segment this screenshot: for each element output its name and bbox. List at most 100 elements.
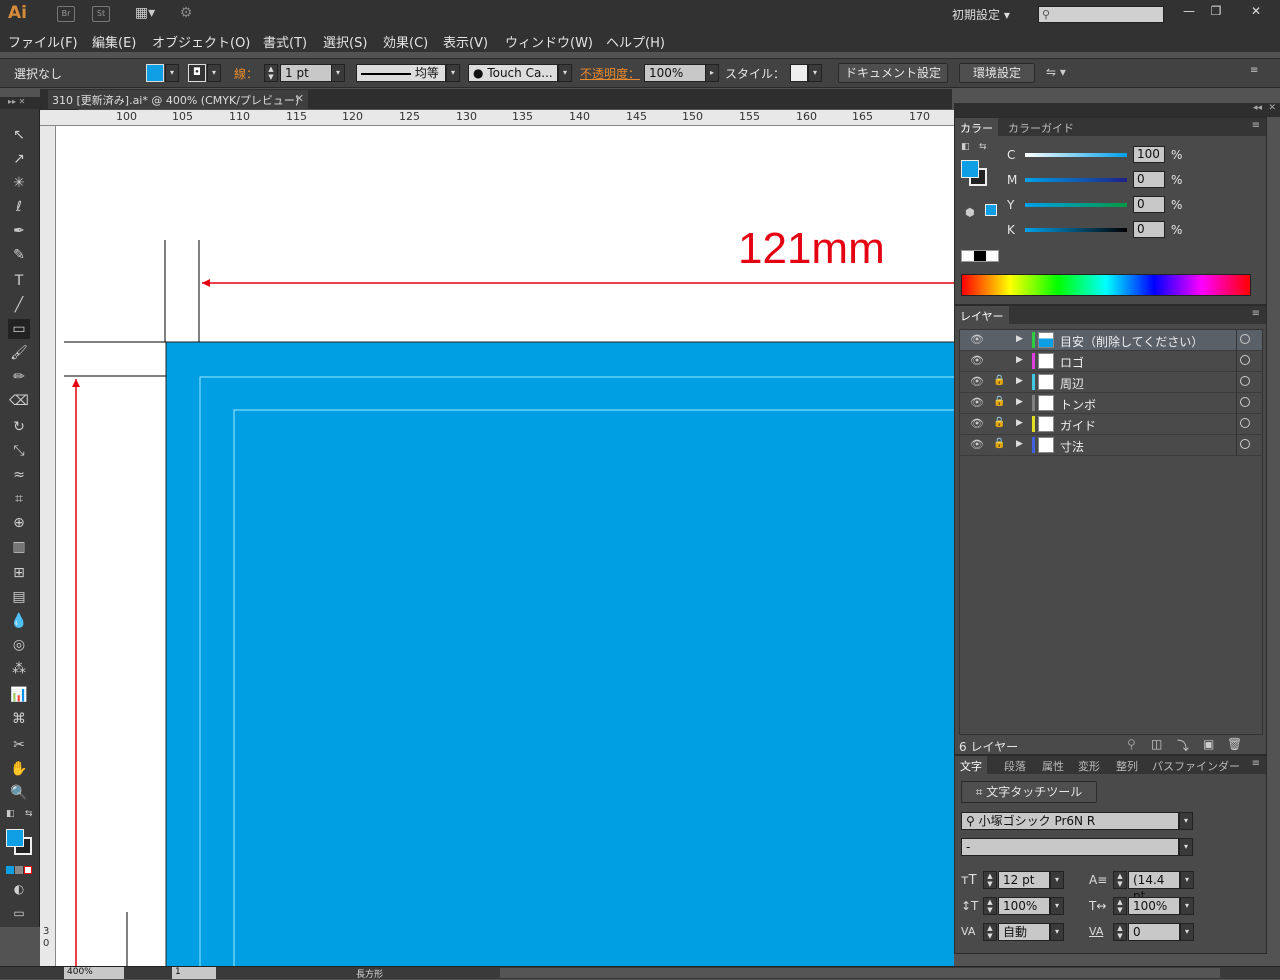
leading-field[interactable]: (14.4 pt	[1128, 871, 1180, 903]
draw-mode-icon[interactable]: ◐	[8, 879, 30, 899]
vertical-scale-stepper[interactable]: ▲ ▼	[983, 897, 997, 915]
rectangle-tool-icon[interactable]: ▭	[8, 319, 30, 339]
screen-mode-icon[interactable]: ▭	[8, 903, 30, 923]
fill-swatch[interactable]	[146, 64, 164, 82]
tab-transform[interactable]: 変形	[1073, 756, 1105, 774]
gamut-swatch[interactable]	[985, 204, 997, 216]
lock-icon[interactable]: 🔒	[993, 396, 1005, 407]
stroke-weight-stepper[interactable]: ▲ ▼	[264, 64, 278, 82]
lasso-tool-icon[interactable]: ℓ	[8, 197, 30, 217]
color-panel-menu-icon[interactable]: ≡	[1252, 120, 1260, 131]
curvature-tool-icon[interactable]: ✎	[8, 245, 30, 265]
preferences-button[interactable]: 環境設定	[959, 63, 1035, 83]
stroke-profile-dropdown[interactable]: ▾	[446, 64, 460, 82]
delete-layer-icon[interactable]: 🗑	[1227, 737, 1242, 751]
document-tab[interactable]: 310 [更新済み].ai* @ 400% (CMYK/プレビュー) ✕	[48, 90, 308, 109]
panel-dock-header[interactable]: ◂◂ ✕	[954, 103, 1280, 117]
channel-m-slider[interactable]	[1025, 178, 1127, 182]
menu-window[interactable]: ウィンドウ(W)	[505, 32, 593, 51]
menu-type[interactable]: 書式(T)	[263, 32, 307, 51]
layer-row[interactable]: 👁 ▶ ロゴ	[960, 351, 1262, 372]
stock-icon[interactable]: St	[92, 6, 110, 22]
mesh-tool-icon[interactable]: ⊞	[8, 563, 30, 583]
kerning-dropdown[interactable]: ▾	[1050, 923, 1064, 941]
brush-dropdown[interactable]: ▾	[558, 64, 572, 82]
document-setup-button[interactable]: ドキュメント設定	[838, 63, 948, 83]
leading-stepper[interactable]: ▲ ▼	[1113, 871, 1127, 889]
artboard-number-field[interactable]: 1	[172, 967, 216, 979]
channel-k-field[interactable]: 0	[1133, 221, 1165, 238]
horizontal-ruler[interactable]: 100 105 110 115 120 125 130 135 140 145 …	[40, 110, 954, 126]
color-fill-swatch[interactable]	[961, 160, 979, 178]
slice-tool-icon[interactable]: ✂	[8, 735, 30, 755]
expand-triangle-icon[interactable]: ▶	[1016, 397, 1023, 407]
artboard-tool-icon[interactable]: ⌘	[8, 709, 30, 729]
tab-character[interactable]: 文字	[955, 756, 987, 774]
swap-fill-stroke-icon[interactable]: ⇆	[979, 142, 987, 152]
layer-row[interactable]: 👁 🔒 ▶ ガイド	[960, 414, 1262, 435]
layer-row[interactable]: 👁 ▶ 目安（削除してください）	[960, 330, 1262, 351]
layer-row[interactable]: 👁 🔒 ▶ 周辺	[960, 372, 1262, 393]
visibility-eye-icon[interactable]: 👁	[970, 438, 984, 451]
kerning-field[interactable]: 自動	[998, 923, 1050, 941]
channel-y-slider[interactable]	[1025, 203, 1127, 207]
layer-row[interactable]: 👁 🔒 ▶ トンボ	[960, 393, 1262, 414]
graphic-style-dropdown[interactable]: ▾	[808, 64, 822, 82]
artboard-canvas[interactable]: 121mm	[56, 126, 954, 966]
font-size-stepper[interactable]: ▲ ▼	[983, 871, 997, 889]
lock-icon[interactable]: 🔒	[993, 417, 1005, 428]
pencil-tool-icon[interactable]: ✏	[8, 367, 30, 387]
new-layer-icon[interactable]: ▣	[1203, 737, 1214, 751]
locate-object-icon[interactable]: ⚲	[1127, 737, 1136, 751]
selection-tool-icon[interactable]: ↖	[8, 125, 30, 145]
tracking-stepper[interactable]: ▲ ▼	[1113, 923, 1127, 941]
menu-effect[interactable]: 効果(C)	[383, 32, 428, 51]
expand-triangle-icon[interactable]: ▶	[1016, 334, 1023, 344]
arrange-icon[interactable]: ⇋ ▾	[1046, 65, 1066, 79]
lock-icon[interactable]: 🔒	[993, 438, 1005, 449]
channel-k-slider[interactable]	[1025, 228, 1127, 232]
tracking-field[interactable]: 0	[1128, 923, 1180, 941]
stroke-dropdown-arrow[interactable]: ▾	[207, 64, 221, 82]
font-style-dropdown[interactable]: ▾	[1179, 838, 1193, 856]
fill-dropdown-arrow[interactable]: ▾	[165, 64, 179, 82]
new-sublayer-icon[interactable]: ⤵	[1177, 737, 1189, 754]
eyedropper-tool-icon[interactable]: 💧	[8, 611, 30, 631]
tab-align[interactable]: 整列	[1111, 756, 1143, 774]
swap-colors-icon[interactable]: ⇆	[25, 809, 33, 819]
lock-icon[interactable]: 🔒	[993, 375, 1005, 386]
expand-triangle-icon[interactable]: ▶	[1016, 355, 1023, 365]
expand-triangle-icon[interactable]: ▶	[1016, 376, 1023, 386]
tracking-dropdown[interactable]: ▾	[1180, 923, 1194, 941]
default-colors-icon[interactable]: ◧	[6, 809, 15, 819]
font-family-field[interactable]: ⚲ 小塚ゴシック Pr6N R	[961, 812, 1179, 830]
arrange-documents-icon[interactable]: ▦▾	[131, 6, 159, 22]
horizontal-scale-field[interactable]: 100%	[1128, 897, 1180, 915]
rotate-tool-icon[interactable]: ↻	[8, 417, 30, 437]
minimize-button[interactable]: —	[1176, 2, 1202, 20]
stroke-label[interactable]: 線：	[234, 65, 258, 82]
layer-name[interactable]: 寸法	[1060, 438, 1084, 455]
bridge-icon[interactable]: Br	[57, 6, 75, 22]
tab-pathfinder[interactable]: パスファインダー	[1147, 756, 1245, 774]
eraser-tool-icon[interactable]: ⌫	[8, 391, 30, 411]
horizontal-scale-dropdown[interactable]: ▾	[1180, 897, 1194, 915]
stroke-weight-field[interactable]: 1 pt	[280, 64, 332, 82]
menu-select[interactable]: 選択(S)	[323, 32, 367, 51]
zoom-tool-icon[interactable]: 🔍	[8, 783, 30, 803]
control-panel-menu-icon[interactable]: ≡	[1250, 65, 1258, 76]
workspace-switcher[interactable]: 初期設定 ▾	[952, 6, 1010, 23]
column-graph-tool-icon[interactable]: 📊	[8, 685, 30, 705]
channel-c-slider[interactable]	[1025, 153, 1127, 157]
font-family-dropdown[interactable]: ▾	[1179, 812, 1193, 830]
brush-field[interactable]: ● Touch Ca...	[468, 64, 558, 82]
symbol-sprayer-tool-icon[interactable]: ⁂	[8, 659, 30, 679]
vertical-scale-field[interactable]: 100%	[998, 897, 1050, 915]
vertical-ruler[interactable]: 3 0	[40, 126, 56, 979]
visibility-eye-icon[interactable]: 👁	[970, 396, 984, 409]
visibility-eye-icon[interactable]: 👁	[970, 375, 984, 388]
menu-edit[interactable]: 編集(E)	[92, 32, 136, 51]
opacity-label[interactable]: 不透明度：	[580, 65, 640, 82]
out-of-gamut-icon[interactable]: ⬢	[965, 206, 975, 219]
stroke-weight-dropdown[interactable]: ▾	[331, 64, 345, 82]
